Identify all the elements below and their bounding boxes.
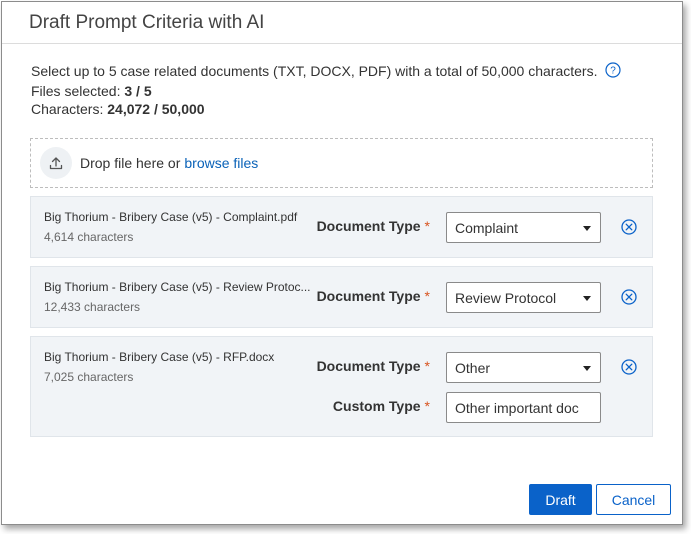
file-card: Big Thorium - Bribery Case (v5) - RFP.do… <box>30 336 653 437</box>
chevron-down-icon <box>583 366 591 371</box>
files-selected: Files selected: 3 / 5 <box>31 83 152 99</box>
files-selected-value: 3 / 5 <box>124 83 152 99</box>
file-characters: 4,614 characters <box>44 230 134 244</box>
remove-file-icon[interactable] <box>620 218 638 236</box>
svg-text:?: ? <box>611 66 617 77</box>
custom-type-input[interactable] <box>446 392 601 423</box>
draft-prompt-dialog: Draft Prompt Criteria with AI Select up … <box>1 1 683 525</box>
dialog-header: Draft Prompt Criteria with AI <box>2 2 682 44</box>
file-characters: 7,025 characters <box>44 370 134 384</box>
remove-file-icon[interactable] <box>620 288 638 306</box>
drop-text: Drop file here or <box>80 155 181 171</box>
chevron-down-icon <box>583 296 591 301</box>
document-type-label: Document Type * <box>316 288 430 304</box>
dialog-title: Draft Prompt Criteria with AI <box>29 11 265 33</box>
draft-button[interactable]: Draft <box>529 484 592 515</box>
document-type-label: Document Type * <box>316 358 430 374</box>
file-card: Big Thorium - Bribery Case (v5) - Review… <box>30 266 653 328</box>
file-name: Big Thorium - Bribery Case (v5) - Compla… <box>44 210 298 224</box>
file-name: Big Thorium - Bribery Case (v5) - Review… <box>44 280 311 294</box>
intro-text: Select up to 5 case related documents (T… <box>31 62 621 118</box>
file-card: Big Thorium - Bribery Case (v5) - Compla… <box>30 196 653 258</box>
characters-count: Characters: 24,072 / 50,000 <box>31 101 205 117</box>
cancel-button[interactable]: Cancel <box>596 484 671 515</box>
document-type-select[interactable]: Complaint <box>446 212 601 243</box>
characters-value: 24,072 / 50,000 <box>107 101 205 117</box>
remove-file-icon[interactable] <box>620 358 638 376</box>
custom-type-label: Custom Type * <box>332 398 430 414</box>
document-type-select[interactable]: Review Protocol <box>446 282 601 313</box>
intro-description: Select up to 5 case related documents (T… <box>31 63 598 79</box>
file-name: Big Thorium - Bribery Case (v5) - RFP.do… <box>44 350 275 364</box>
file-characters: 12,433 characters <box>44 300 141 314</box>
document-type-label: Document Type * <box>316 218 430 234</box>
document-type-select[interactable]: Other <box>446 352 601 383</box>
file-drop-zone[interactable]: Drop file here or browse files <box>30 138 653 188</box>
help-icon[interactable]: ? <box>605 62 621 82</box>
upload-icon <box>40 147 72 179</box>
chevron-down-icon <box>583 226 591 231</box>
browse-files-link[interactable]: browse files <box>184 155 258 171</box>
